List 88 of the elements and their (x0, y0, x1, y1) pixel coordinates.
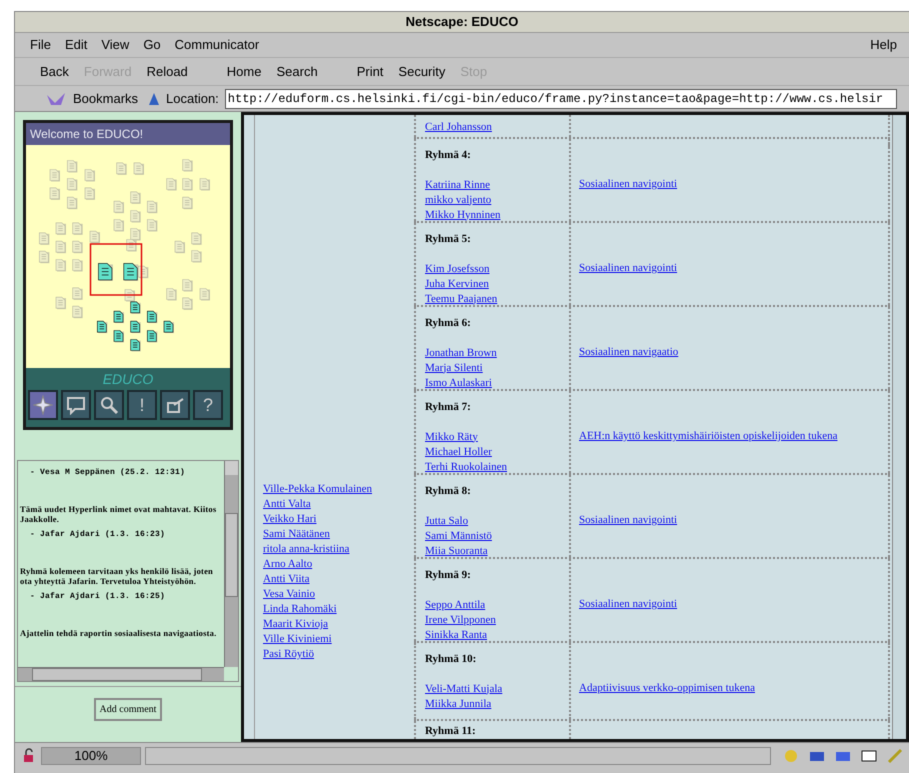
comment-text: Ajattelin tehdä raportin sosiaalisesta navigaatiosta. (20, 628, 218, 638)
name-link[interactable]: Arno Aalto (263, 557, 312, 572)
comment-text: Tämä uudet Hyperlink nimet ovat mahtavat. Kiitos Jaakkolle. (20, 504, 218, 524)
group-heading: Ryhmä 9: (425, 568, 472, 583)
location-label: Location: (166, 90, 219, 108)
tool-button[interactable]: ? (193, 390, 223, 420)
name-link[interactable]: Ville Kiviniemi (263, 632, 332, 647)
vertical-scrollbar[interactable] (224, 461, 238, 667)
topic-link[interactable]: Sosiaalinen navigaatio (579, 346, 678, 358)
name-link[interactable]: Jonathan Brown (425, 346, 497, 360)
group-heading: Ryhmä 11: (425, 724, 477, 739)
magnifier-icon (99, 395, 119, 415)
name-link[interactable]: Antti Viita (263, 572, 310, 587)
comment-signature: - Vesa M Seppänen (25.2. 12:31) (29, 468, 186, 478)
toolbar-button[interactable]: Security (397, 62, 446, 82)
name-link[interactable]: Ismo Aulaskari (425, 376, 492, 390)
group-heading: Ryhmä 10: (425, 652, 478, 667)
name-link[interactable]: Terhi Ruokolainen (425, 460, 508, 474)
name-link[interactable]: ritola anna-kristiina (263, 542, 350, 557)
menu-item[interactable]: Communicator (168, 35, 266, 55)
name-link[interactable]: Irene Vilpponen (425, 612, 496, 628)
name-link[interactable]: Juha Kervinen (425, 276, 489, 292)
bookmarks-button[interactable]: Bookmarks (73, 88, 138, 108)
name-link[interactable]: Katriina Rinne (425, 178, 490, 192)
tool-button[interactable] (94, 390, 124, 420)
toolbar-button[interactable]: Reload (146, 62, 189, 82)
name-link[interactable]: Miikka Junnila (425, 696, 492, 712)
name-link[interactable]: Mikko Räty (425, 430, 478, 444)
topic-link[interactable]: Sosiaalinen navigointi (579, 514, 678, 526)
menu-item[interactable]: Go (136, 35, 168, 55)
group-heading: Ryhmä 6: (425, 316, 472, 331)
name-link[interactable]: Kim Josefsson (425, 262, 490, 276)
name-link[interactable]: Sami Männistö (425, 528, 492, 544)
tool-button[interactable] (28, 390, 58, 420)
group-heading: Ryhmä 8: (425, 484, 472, 499)
group-heading: Ryhmä 5: (425, 232, 472, 247)
tool-glyph: ? (202, 396, 213, 414)
toolbar-button[interactable]: Print (356, 62, 384, 82)
group-heading: Ryhmä 7: (425, 400, 472, 415)
name-link[interactable]: Vesa Vainio (263, 587, 316, 602)
name-link[interactable]: Sami Näätänen (263, 527, 330, 542)
name-link[interactable]: Seppo Anttila (425, 598, 486, 612)
name-link[interactable]: Veli-Matti Kujala (425, 682, 502, 696)
group-heading: Ryhmä 4: (425, 148, 472, 163)
name-link[interactable]: Marja Silenti (425, 360, 483, 376)
name-link[interactable]: Mikko Hynninen (425, 208, 500, 222)
name-link[interactable]: Sinikka Ranta (425, 628, 488, 642)
name-link[interactable]: Veikko Hari (263, 512, 316, 527)
menu-item[interactable]: View (94, 35, 136, 55)
topic-link[interactable]: Sosiaalinen navigointi (579, 262, 678, 274)
topic-link[interactable]: AEH:n käyttö keskittymishäiriöisten opiskelijoiden tukena (579, 430, 838, 442)
name-link[interactable]: Carl Johansson (425, 120, 492, 135)
comment-signature: - Jafar Ajdari (1.3. 16:25) (29, 592, 166, 602)
tool-glyph: ! (139, 396, 144, 414)
tool-button[interactable]: ! (127, 390, 157, 420)
speech-bubble-icon (66, 395, 86, 415)
name-link[interactable]: Maarit Kivioja (263, 617, 328, 632)
comment-text: Ryhmä kolemeen tarvitaan yks henkilö lisää, joten ota yhteyttä Jafarin. Tervetuloa Yhteistyöhön. (20, 566, 214, 586)
panel-title: Welcome to EDUCO! (30, 126, 144, 143)
topic-link[interactable]: Sosiaalinen navigointi (579, 598, 678, 610)
menu-item[interactable]: Edit (58, 35, 94, 55)
educo-logo: EDUCO (102, 370, 154, 389)
name-link[interactable]: Miia Suoranta (425, 544, 488, 558)
comment-signature: - Jafar Ajdari (1.3. 16:23) (29, 530, 166, 540)
name-link[interactable]: Michael Holler (425, 444, 492, 460)
page-scrollbar[interactable] (892, 115, 906, 739)
topic-link[interactable]: Sosiaalinen navigointi (579, 178, 678, 190)
title-bar: Netscape: EDUCO (15, 12, 909, 33)
name-link[interactable]: Jutta Salo (425, 514, 468, 528)
toolbar-button[interactable]: Search (275, 62, 319, 82)
name-link[interactable]: Teemu Paajanen (425, 292, 498, 306)
name-link[interactable]: Linda Rahomäki (263, 602, 337, 617)
topic-link[interactable]: Adaptiivisuus verkko-oppimisen tukena (579, 682, 755, 694)
add-comment-button[interactable]: Add comment (94, 698, 162, 721)
tool-button[interactable] (160, 390, 190, 420)
name-link[interactable]: Ville-Pekka Komulainen (263, 482, 372, 497)
horizontal-scrollbar[interactable] (18, 667, 224, 681)
name-link[interactable]: Antti Valta (263, 497, 311, 512)
zoom-level: 100% (41, 746, 141, 764)
toolbar-button[interactable]: Back (39, 62, 70, 82)
location-field[interactable]: http://eduform.cs.helsinki.fi/cgi-bin/educo/frame.py?instance=tao&page=http://www.cs.helsir (224, 88, 897, 108)
toolbar-button[interactable]: Home (226, 62, 262, 82)
menu-item[interactable]: Help (866, 35, 901, 55)
tool-button[interactable] (61, 390, 91, 420)
name-link[interactable]: Pasi Röytiö (263, 647, 314, 662)
name-link[interactable]: mikko valjento (425, 192, 492, 208)
compass-icon (33, 395, 53, 415)
menu-item[interactable]: File (23, 35, 58, 55)
